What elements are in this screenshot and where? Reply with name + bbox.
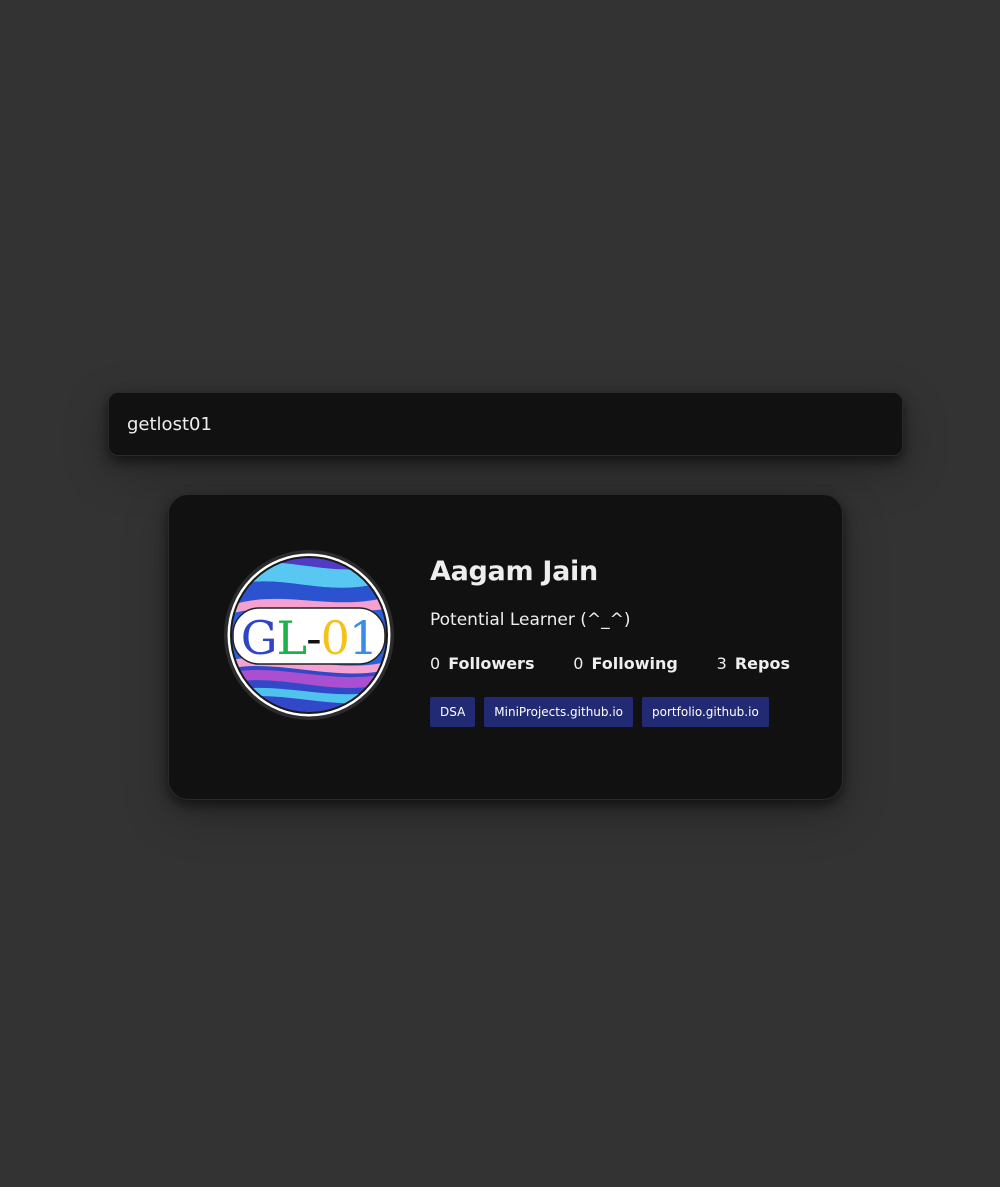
following-count: 0 [573,654,584,673]
repos-label: Repos [734,654,790,673]
repo-list: DSA MiniProjects.github.io portfolio.git… [430,697,820,727]
user-stats: 0 Followers 0 Following 3 Repos [430,654,790,674]
svg-text:GL-01: GL-01 [241,611,377,665]
following-label: Following [591,654,678,673]
followers-count: 0 [430,654,441,673]
avatar-image: GL-01 [224,550,394,720]
stat-following: 0 Following [573,654,678,674]
user-bio: Potential Learner (^_^) [430,610,631,630]
stat-followers: 0 Followers [430,654,534,674]
user-name: Aagam Jain [430,556,598,587]
repo-link-portfolio[interactable]: portfolio.github.io [642,697,769,727]
user-search-form [108,392,903,456]
user-info: Aagam Jain Potential Learner (^_^) 0 Foll… [430,553,820,727]
profile-card: GL-01 Aagam Jain Potential Learner (^_^)… [168,494,843,800]
avatar[interactable]: GL-01 [224,550,394,720]
stat-repos: 3 Repos [717,654,790,674]
repos-count: 3 [716,654,727,673]
repo-link-miniprojects[interactable]: MiniProjects.github.io [484,697,634,727]
search-input[interactable] [108,392,903,456]
repo-link-dsa[interactable]: DSA [430,697,476,727]
followers-label: Followers [448,654,535,673]
